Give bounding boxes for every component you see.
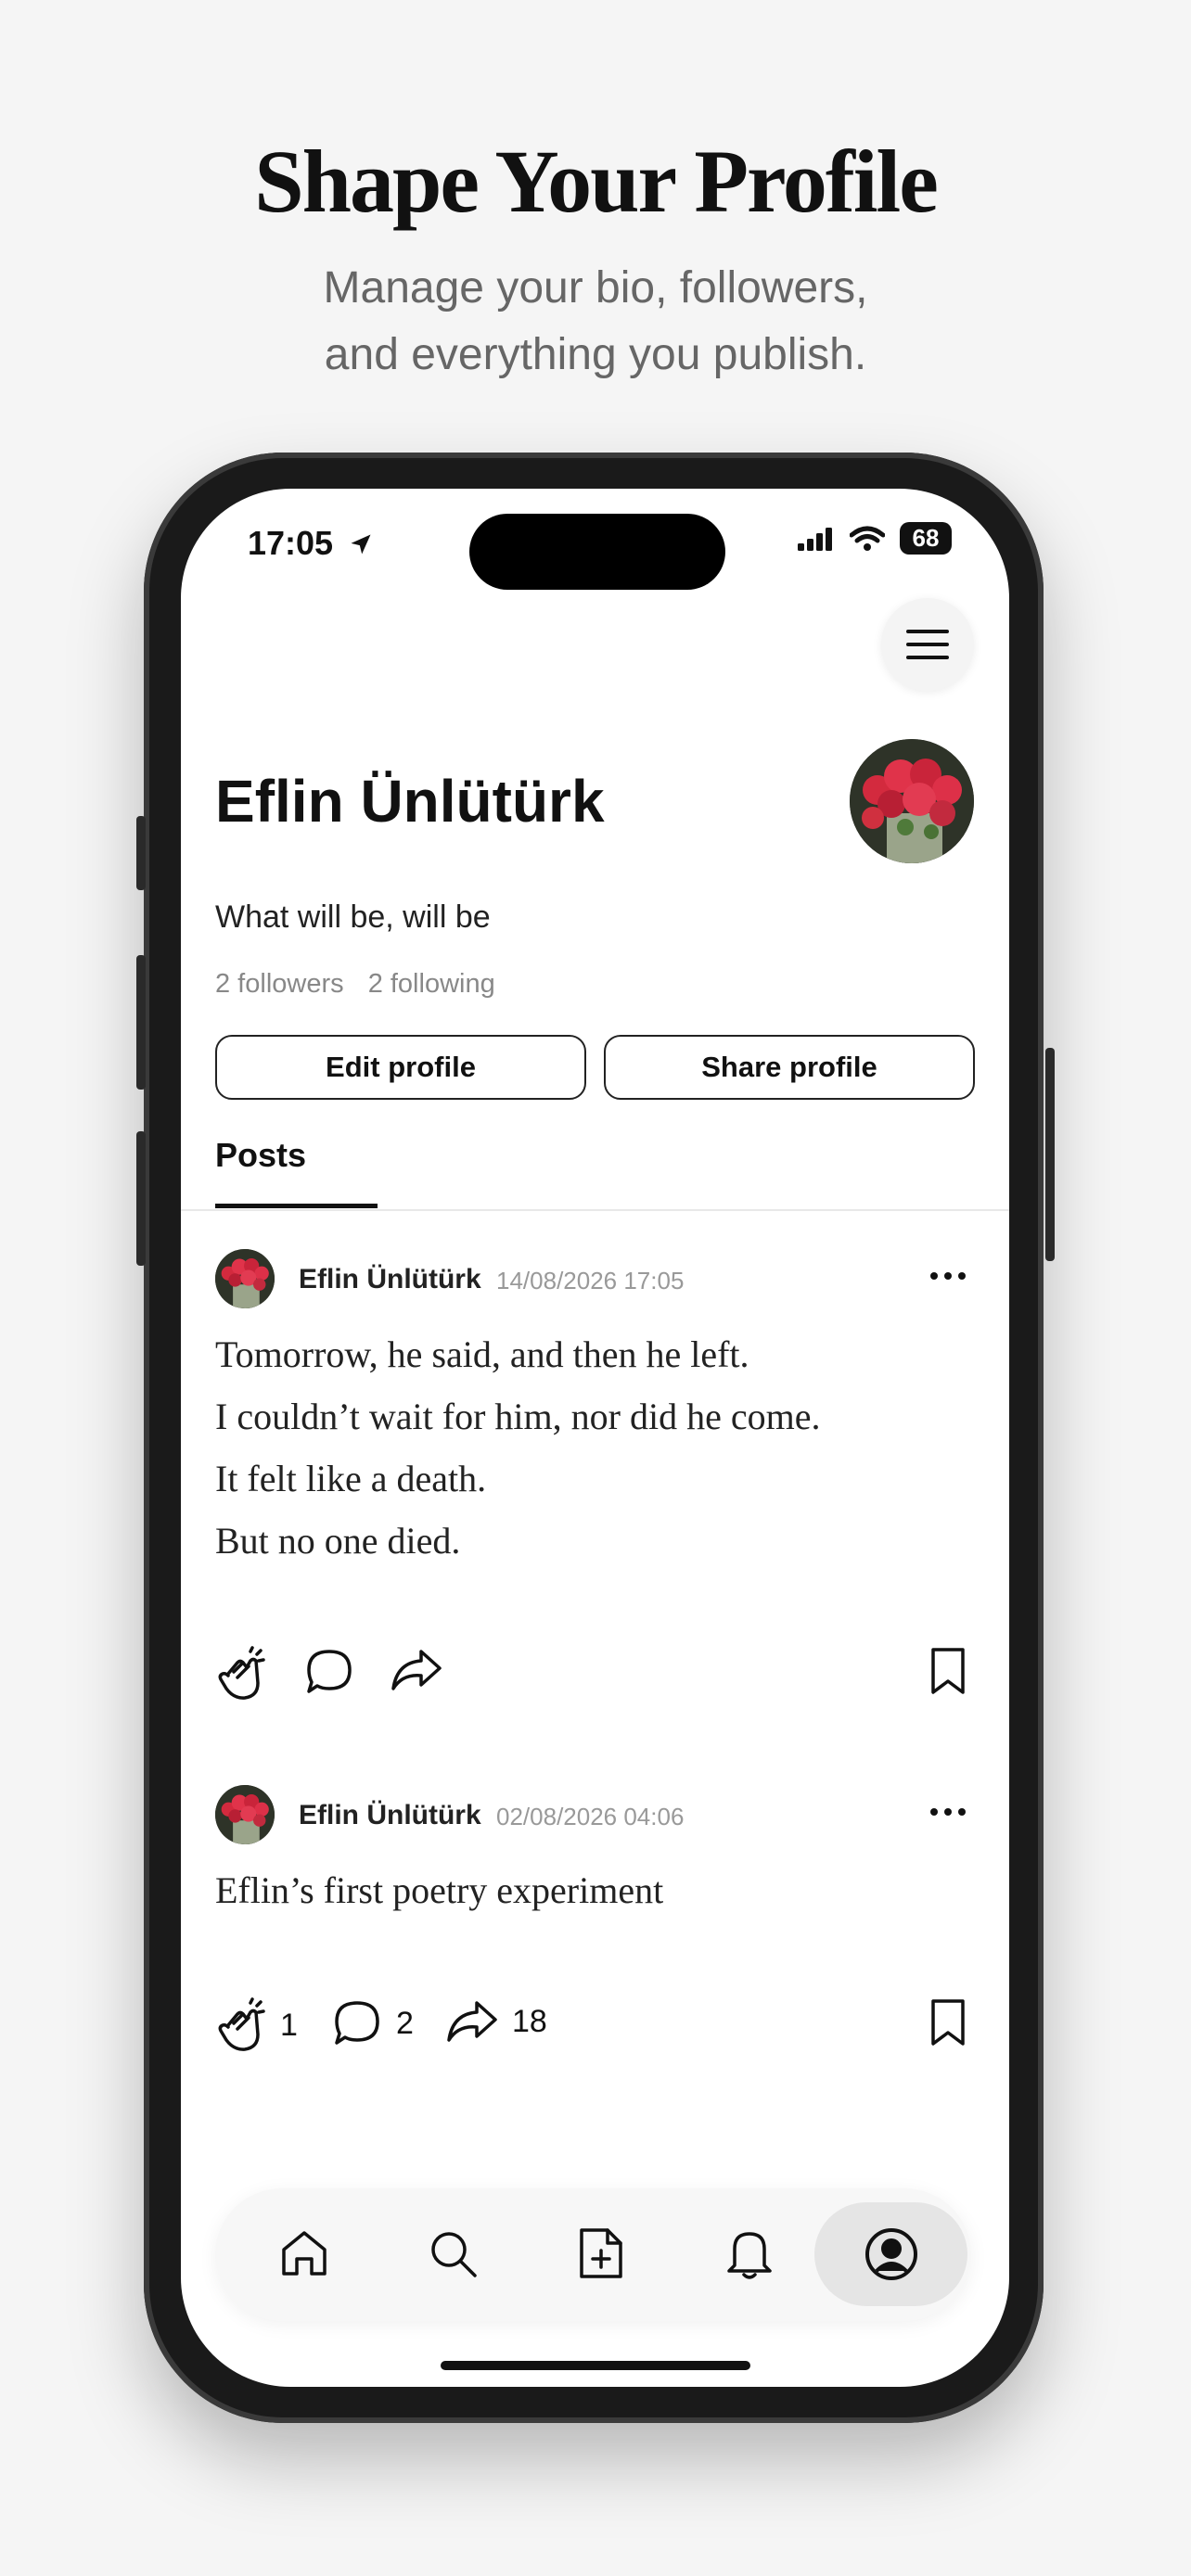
bookmark-icon [931, 1648, 965, 1694]
nav-new-post[interactable] [555, 2207, 647, 2300]
location-arrow-icon [351, 534, 371, 555]
tab-posts[interactable]: Posts [215, 1136, 306, 1175]
tab-active-indicator [215, 1204, 378, 1208]
more-dots-icon [930, 1272, 966, 1280]
nav-notifications[interactable] [703, 2207, 796, 2300]
post-line: But no one died. [215, 1520, 461, 1562]
post-timestamp: 02/08/2026 04:06 [496, 1803, 685, 1830]
share-count: 18 [512, 2003, 547, 2039]
battery-indicator: 68 [900, 522, 952, 555]
signal-icon [798, 527, 832, 551]
nav-profile[interactable] [814, 2202, 967, 2306]
comment-icon [335, 2001, 379, 2045]
post-avatar[interactable] [215, 1785, 275, 1844]
profile-icon [864, 2228, 917, 2280]
flowers-photo [215, 1785, 275, 1844]
phone-volume-down [136, 1131, 146, 1266]
post-line: Eflin’s first poetry experiment [215, 1869, 664, 1911]
status-time: 17:05 [248, 524, 374, 563]
menu-button[interactable] [881, 598, 974, 691]
phone-power-button [1045, 1048, 1055, 1261]
clap-icon [218, 1646, 265, 1700]
hamburger-icon [906, 630, 949, 659]
promo-headline: Shape Your Profile [254, 132, 939, 231]
share-button[interactable] [390, 1646, 456, 1694]
share-arrow-icon [447, 2001, 497, 2042]
clap-count: 1 [280, 2007, 298, 2043]
search-icon [431, 2232, 477, 2277]
bookmark-button[interactable] [929, 1997, 967, 2047]
dynamic-island [469, 514, 725, 590]
post-timestamp: 14/08/2026 17:05 [496, 1267, 685, 1294]
post-line: I couldn’t wait for him, nor did he come… [215, 1396, 821, 1437]
share-profile-button[interactable]: Share profile [604, 1035, 975, 1100]
post-line: It felt like a death. [215, 1458, 487, 1499]
post-card: Eflin Ünlütürk 02/08/2026 04:06 Eflin’s … [215, 1785, 976, 1915]
comment-button[interactable]: 2 [331, 1997, 414, 2049]
clap-icon [218, 1997, 265, 2051]
promo-subline: Manage your bio, followers, and everythi… [0, 255, 1191, 389]
comment-count: 2 [396, 2005, 414, 2041]
post-avatar[interactable] [215, 1249, 275, 1308]
comment-icon [307, 1650, 352, 1693]
edit-profile-button[interactable]: Edit profile [215, 1035, 586, 1100]
bell-icon [727, 2232, 772, 2279]
post-actions: 1 2 18 [215, 1997, 976, 2062]
nav-search[interactable] [406, 2207, 499, 2300]
post-actions [215, 1646, 976, 1711]
wifi-icon [850, 526, 885, 551]
flowers-photo [850, 739, 974, 863]
more-dots-icon [930, 1808, 966, 1816]
bookmark-icon [931, 1999, 965, 2046]
post-more-button[interactable] [920, 1253, 976, 1299]
home-icon [282, 2231, 327, 2276]
app-screen: 17:05 68 Eflin Ünlütürk What will be, wi… [181, 489, 1009, 2387]
phone-volume-up [136, 955, 146, 1090]
post-card: Eflin Ünlütürk 14/08/2026 17:05 Tomorrow… [215, 1249, 976, 1564]
status-time-text: 17:05 [248, 524, 334, 562]
follow-stats: 2 followers 2 following [215, 969, 512, 1000]
post-body[interactable]: Eflin’s first poetry experiment [215, 1868, 663, 1931]
following-count[interactable]: 2 following [368, 969, 495, 999]
status-indicators: 68 [798, 522, 952, 555]
followers-count[interactable]: 2 followers [215, 969, 344, 999]
clap-button[interactable]: 1 [215, 1997, 298, 2053]
promo-subline-2: and everything you publish. [324, 330, 867, 379]
comment-button[interactable] [303, 1646, 368, 1698]
share-arrow-icon [391, 1650, 442, 1690]
bookmark-button[interactable] [929, 1646, 967, 1696]
promo-subline-1: Manage your bio, followers, [323, 263, 868, 312]
tab-divider [181, 1209, 1009, 1211]
profile-bio: What will be, will be [215, 899, 491, 935]
new-post-icon [580, 2228, 622, 2278]
clap-button[interactable] [215, 1646, 280, 1702]
post-author[interactable]: Eflin Ünlütürk [299, 1264, 481, 1295]
post-line: Tomorrow, he said, and then he left. [215, 1333, 749, 1375]
post-body[interactable]: Tomorrow, he said, and then he left. I c… [215, 1333, 820, 1581]
avatar[interactable] [850, 739, 974, 863]
share-button[interactable]: 18 [445, 1997, 547, 2046]
bottom-nav [215, 2188, 971, 2321]
post-more-button[interactable] [920, 1789, 976, 1835]
nav-home[interactable] [258, 2207, 351, 2300]
flowers-photo [215, 1249, 275, 1308]
profile-name: Eflin Ünlütürk [215, 768, 605, 835]
phone-action-button [136, 816, 146, 890]
post-author[interactable]: Eflin Ünlütürk [299, 1800, 481, 1831]
home-indicator[interactable] [441, 2361, 750, 2370]
